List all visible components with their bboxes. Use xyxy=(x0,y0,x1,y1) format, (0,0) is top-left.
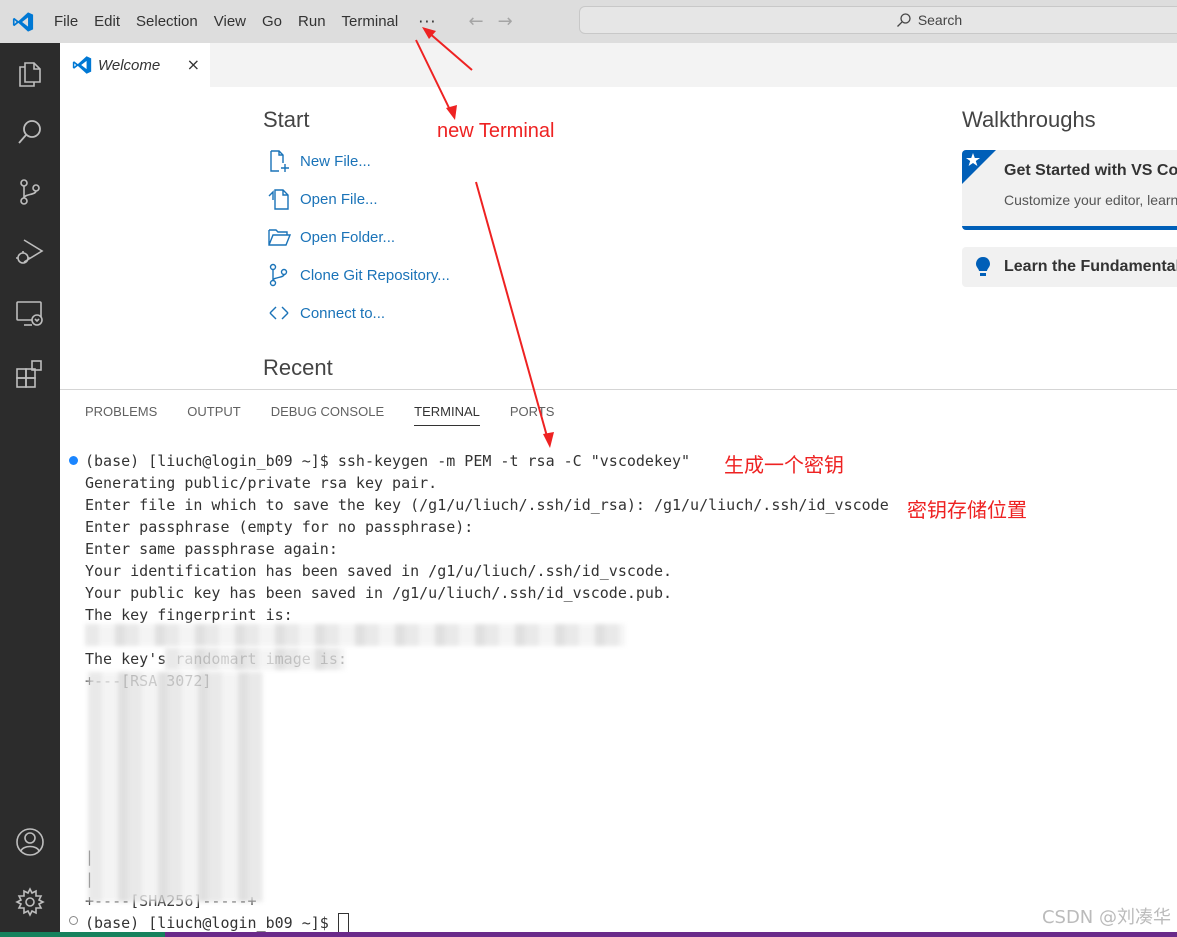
lightbulb-icon xyxy=(976,257,990,276)
command-pending-dot xyxy=(69,916,78,925)
terminal-line: The key fingerprint is: xyxy=(85,606,293,624)
vscode-tab-icon xyxy=(72,56,92,74)
command-center-search[interactable]: Search xyxy=(579,6,1177,34)
annotation-new-terminal: new Terminal xyxy=(437,120,555,142)
tab-output[interactable]: OUTPUT xyxy=(187,404,240,426)
terminal-line: (base) [liuch@login_b09 ~]$ ssh-keygen -… xyxy=(85,452,691,470)
open-folder-icon xyxy=(266,224,292,250)
start-open-file[interactable]: Open File... xyxy=(266,184,378,214)
start-clone-git[interactable]: Clone Git Repository... xyxy=(266,260,450,290)
menu-bar: File Edit Selection View Go Run Terminal… xyxy=(46,0,449,43)
tab-terminal[interactable]: TERMINAL xyxy=(414,404,480,426)
recent-title: Recent xyxy=(263,355,333,380)
open-file-icon xyxy=(266,186,292,212)
terminal-line: Generating public/private rsa key pair. xyxy=(85,474,438,492)
new-file-icon xyxy=(266,148,292,174)
star-badge-icon xyxy=(962,150,996,184)
git-branch-icon xyxy=(266,262,292,288)
source-control-icon[interactable] xyxy=(0,167,60,217)
tab-ports[interactable]: PORTS xyxy=(510,404,555,426)
start-new-file[interactable]: New File... xyxy=(266,146,371,176)
walkthrough-description: Customize your editor, learn the basics xyxy=(1004,192,1177,208)
explorer-icon[interactable] xyxy=(0,49,60,99)
terminal-prompt: (base) [liuch@login_b09 ~]$ xyxy=(85,914,338,932)
tab-debug-console[interactable]: DEBUG CONSOLE xyxy=(271,404,384,426)
status-bar xyxy=(0,932,1177,937)
back-arrow-icon[interactable]: ← xyxy=(469,11,484,32)
tab-problems[interactable]: PROBLEMS xyxy=(85,404,157,426)
remote-connect-icon xyxy=(266,300,292,326)
start-open-folder[interactable]: Open Folder... xyxy=(266,222,395,252)
title-bar: File Edit Selection View Go Run Terminal… xyxy=(0,0,1177,43)
start-title: Start xyxy=(263,107,310,132)
forward-arrow-icon[interactable]: → xyxy=(498,11,513,32)
menu-file[interactable]: File xyxy=(46,0,86,43)
terminal-line: Your public key has been saved in /g1/u/… xyxy=(85,584,672,602)
menu-selection[interactable]: Selection xyxy=(128,0,206,43)
blurred-randomart xyxy=(88,672,263,902)
bottom-panel: PROBLEMS OUTPUT DEBUG CONSOLE TERMINAL P… xyxy=(60,389,1177,934)
terminal-cursor xyxy=(337,913,349,934)
search-icon xyxy=(896,13,911,27)
menu-edit[interactable]: Edit xyxy=(86,0,128,43)
walkthrough-title: Get Started with VS Code xyxy=(1004,162,1177,179)
welcome-page: Start New File... Open File... Open Fold… xyxy=(60,87,1177,389)
start-connect-to[interactable]: Connect to... xyxy=(266,298,385,328)
run-debug-icon[interactable] xyxy=(0,227,60,277)
extensions-icon[interactable] xyxy=(0,349,60,399)
editor-tab-bar: Welcome × xyxy=(60,43,1177,87)
account-icon[interactable] xyxy=(0,817,60,867)
tab-welcome-label: Welcome xyxy=(98,56,161,74)
menu-run[interactable]: Run xyxy=(290,0,334,43)
annotation-key-location: 密钥存储位置 xyxy=(907,498,1027,522)
vscode-logo-icon xyxy=(0,0,46,43)
walkthroughs-title: Walkthroughs xyxy=(962,107,1096,132)
command-success-dot xyxy=(69,456,78,465)
panel-tabs: PROBLEMS OUTPUT DEBUG CONSOLE TERMINAL P… xyxy=(85,404,554,426)
navigation-arrows: ← → xyxy=(469,11,513,32)
search-label: Search xyxy=(917,12,963,28)
remote-indicator[interactable] xyxy=(0,932,165,937)
activity-bar xyxy=(0,43,60,937)
settings-gear-icon[interactable] xyxy=(0,877,60,927)
walkthrough-get-started[interactable]: Get Started with VS Code Customize your … xyxy=(962,150,1177,230)
walkthrough2-title: Learn the Fundamentals xyxy=(1004,258,1177,275)
tab-welcome[interactable]: Welcome × xyxy=(60,43,210,87)
terminal-line: Your identification has been saved in /g… xyxy=(85,562,672,580)
menu-more-button[interactable]: ··· xyxy=(406,12,448,31)
menu-terminal[interactable]: Terminal xyxy=(334,0,407,43)
close-icon[interactable]: × xyxy=(187,55,200,74)
csdn-watermark: CSDN @刘凑华 xyxy=(1041,907,1171,928)
terminal-line: Enter same passphrase again: xyxy=(85,540,338,558)
remote-explorer-icon[interactable] xyxy=(0,289,60,339)
walkthrough-learn-fundamentals[interactable]: Learn the Fundamentals xyxy=(962,247,1177,287)
blurred-randomart-line xyxy=(165,648,345,670)
annotation-generate-key: 生成一个密钥 xyxy=(724,453,844,477)
blurred-fingerprint xyxy=(85,624,625,646)
search-sidebar-icon[interactable] xyxy=(0,107,60,157)
menu-view[interactable]: View xyxy=(206,0,254,43)
menu-go[interactable]: Go xyxy=(254,0,290,43)
terminal-prompt-line[interactable]: (base) [liuch@login_b09 ~]$ xyxy=(85,912,1175,934)
